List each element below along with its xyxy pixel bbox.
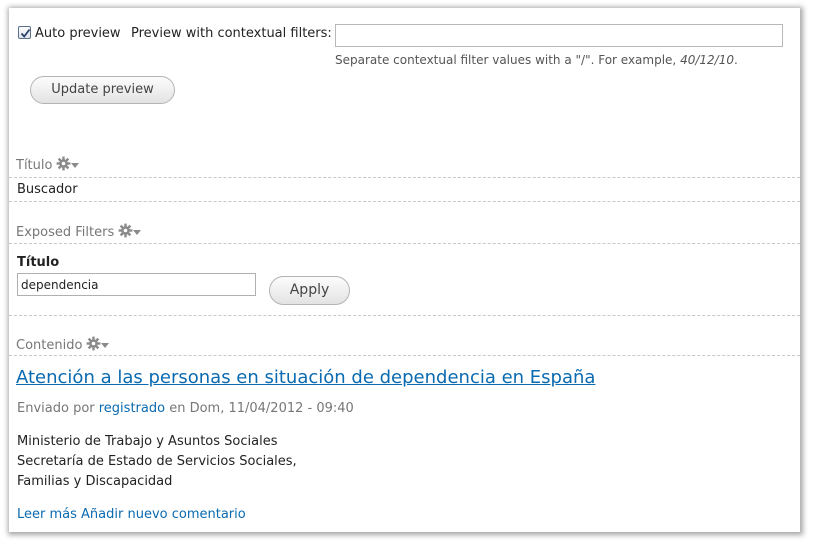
node-body-line: Ministerio de Trabajo y Asuntos Sociales	[17, 434, 278, 449]
submitted-suffix: en Dom, 11/04/2012 - 09:40	[165, 401, 354, 416]
node-title-link[interactable]: Atención a las personas en situación de …	[16, 367, 595, 388]
caret-down-icon[interactable]	[133, 225, 142, 240]
auto-preview-checkbox[interactable]	[18, 26, 31, 39]
exposed-filter-title-input[interactable]	[17, 273, 256, 296]
gear-icon[interactable]	[86, 336, 101, 355]
exposed-filter-title-label: Título	[17, 255, 60, 270]
section-header-label: Contenido	[16, 338, 83, 353]
views-preview-panel: Auto preview Preview with contextual fil…	[9, 8, 800, 532]
read-more-link[interactable]: Leer más	[17, 507, 77, 522]
gear-icon[interactable]	[56, 156, 71, 175]
node-body-line: Secretaría de Estado de Servicios Social…	[17, 454, 297, 469]
gear-icon[interactable]	[118, 223, 133, 242]
node-body-line: Familias y Discapacidad	[17, 474, 173, 489]
add-comment-link[interactable]: Añadir nuevo comentario	[81, 507, 246, 522]
contextual-filters-description: Separate contextual filter values with a…	[335, 53, 738, 67]
section-header-label: Exposed Filters	[16, 225, 115, 240]
section-header-label: Título	[16, 158, 53, 173]
contextual-filters-label: Preview with contextual filters:	[131, 26, 332, 41]
titulo-value: Buscador	[17, 182, 78, 197]
section-header-contenido: Contenido	[16, 336, 110, 355]
section-titulo-box	[9, 177, 800, 202]
contextual-desc-end: .	[733, 53, 738, 67]
section-header-exposed-filters: Exposed Filters	[16, 223, 142, 242]
contextual-desc-example: 40/12/10	[680, 53, 734, 67]
node-links: Leer más Añadir nuevo comentario	[17, 507, 246, 522]
apply-button[interactable]: Apply	[269, 276, 350, 305]
node-submitted: Enviado por registrado en Dom, 11/04/201…	[17, 401, 354, 416]
submitted-prefix: Enviado por	[17, 401, 99, 416]
auto-preview-label[interactable]: Auto preview	[35, 26, 121, 41]
caret-down-icon[interactable]	[71, 158, 80, 173]
update-preview-button[interactable]: Update preview	[30, 76, 175, 104]
caret-down-icon[interactable]	[101, 338, 110, 353]
author-link[interactable]: registrado	[99, 401, 165, 416]
contextual-filters-input[interactable]	[335, 24, 783, 47]
contextual-desc-text: Separate contextual filter values with a…	[335, 53, 681, 67]
checkmark-icon	[20, 28, 31, 38]
section-header-titulo: Título	[16, 156, 80, 175]
